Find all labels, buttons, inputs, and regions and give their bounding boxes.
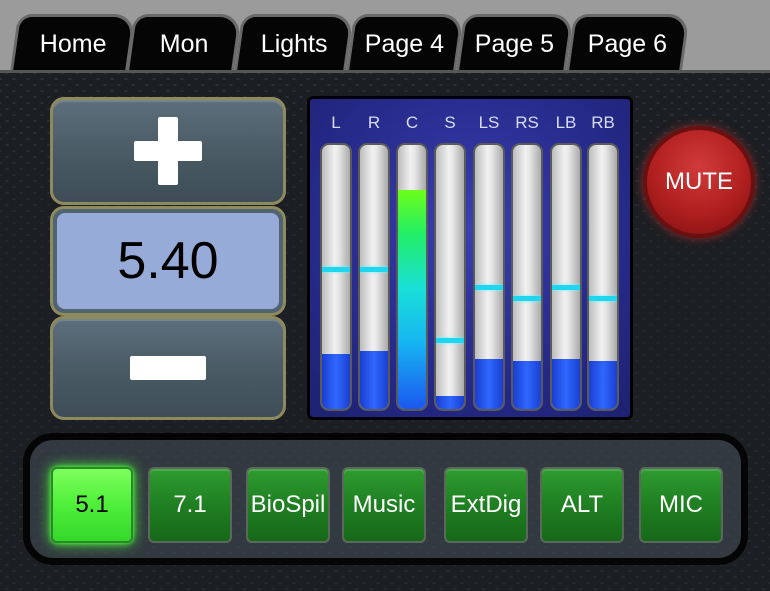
volume-value: 5.40 (57, 213, 279, 309)
meter-peak-marker (360, 267, 388, 272)
volume-down-button[interactable] (50, 316, 286, 420)
meter-peak-marker (589, 296, 617, 301)
meter-label: R (367, 113, 381, 132)
meter-label: RS (515, 113, 539, 132)
mode-button-7-1[interactable]: 7.1 (148, 467, 232, 543)
mode-button-extdig[interactable]: ExtDig (444, 467, 528, 543)
meter-track (434, 143, 466, 411)
mode-label: MIC (659, 491, 703, 518)
tab-label: Mon (159, 30, 209, 58)
mode-label: Music (352, 491, 416, 518)
mode-label: 7.1 (173, 491, 207, 518)
meter-level-bar (552, 359, 580, 409)
meter-track (320, 143, 352, 411)
channel-meters: L R C S LS RS LB RB (307, 96, 633, 420)
meter-label: RB (591, 113, 615, 132)
mode-label: 5.1 (75, 491, 109, 518)
meter-level-bar (436, 396, 464, 409)
meter-label: C (405, 113, 419, 132)
tab-label: Page 5 (475, 30, 555, 58)
mode-label: BioSpil (250, 491, 326, 518)
mode-selector: 5.1 7.1 BioSpil Music ExtDig ALT MIC (23, 433, 748, 565)
tab-home[interactable]: Home (9, 14, 137, 72)
volume-display: 5.40 (50, 206, 286, 316)
minus-icon (130, 356, 206, 380)
meter-label: LS (478, 113, 500, 132)
meter-label: L (331, 113, 341, 132)
meter-track (550, 143, 582, 411)
meter-track (358, 143, 390, 411)
meter-level-bar (475, 359, 503, 409)
meter-level-bar (513, 361, 541, 409)
mode-button-music[interactable]: Music (342, 467, 426, 543)
mode-button-mic[interactable]: MIC (639, 467, 723, 543)
tab-label: Home (39, 30, 107, 58)
meter-level-bar (398, 190, 426, 409)
mode-button-5-1[interactable]: 5.1 (51, 467, 133, 543)
tab-label: Page 4 (365, 30, 445, 58)
tab-label: Lights (260, 30, 328, 58)
mode-label: ALT (560, 491, 604, 518)
tab-label: Page 6 (588, 30, 668, 58)
meter-peak-marker (513, 296, 541, 301)
meter-level-bar (589, 361, 617, 409)
meter-peak-marker (322, 267, 350, 272)
mode-label: ExtDig (450, 491, 522, 518)
meter-level-bar (360, 351, 388, 409)
meter-peak-marker (475, 285, 503, 290)
tab-page-6[interactable]: Page 6 (565, 14, 691, 72)
meter-track (396, 143, 428, 411)
tab-mon[interactable]: Mon (125, 14, 243, 72)
meter-peak-marker (436, 338, 464, 343)
meter-level-bar (322, 354, 350, 409)
mute-button[interactable]: MUTE (643, 126, 755, 238)
volume-up-button[interactable] (50, 97, 286, 205)
meter-label: LB (555, 113, 577, 132)
meter-track (587, 143, 619, 411)
tab-lights[interactable]: Lights (233, 14, 355, 72)
plus-icon (134, 117, 202, 185)
mute-label: MUTE (665, 168, 733, 195)
tab-page-4[interactable]: Page 4 (345, 14, 465, 72)
meter-track (473, 143, 505, 411)
tab-bar: Home Mon Lights Page 4 Page 5 Page 6 (0, 0, 770, 72)
mode-button-alt[interactable]: ALT (540, 467, 624, 543)
mode-button-biospil[interactable]: BioSpil (246, 467, 330, 543)
meter-peak-marker (552, 285, 580, 290)
tab-page-5[interactable]: Page 5 (455, 14, 575, 72)
meter-track (511, 143, 543, 411)
meter-label: S (444, 113, 456, 132)
